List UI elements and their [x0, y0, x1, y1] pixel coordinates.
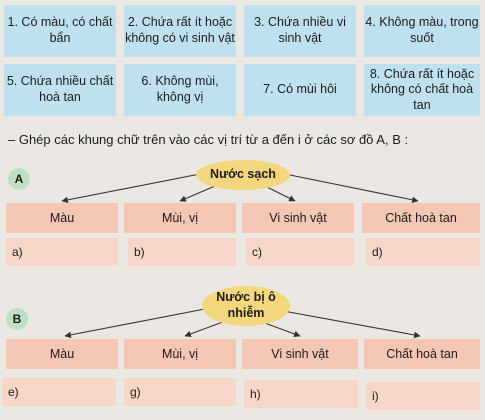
category-b-taste: Mùi, vị: [124, 339, 236, 369]
category-a-dissolved: Chất hoà tan: [362, 203, 480, 233]
center-clean-water: Nước sạch: [196, 160, 290, 190]
category-a-taste: Mùi, vị: [124, 203, 236, 233]
category-a-microbes: Vi sinh vật: [242, 203, 354, 233]
answer-i[interactable]: i): [366, 382, 480, 410]
answer-b[interactable]: b): [128, 238, 236, 266]
answer-h[interactable]: h): [244, 380, 358, 408]
answer-e[interactable]: e): [2, 378, 116, 406]
category-a-color: Màu: [6, 203, 118, 233]
category-b-dissolved: Chất hoà tan: [364, 339, 480, 369]
category-b-color: Màu: [6, 339, 118, 369]
center-polluted-water: Nước bị ô nhiễm: [202, 286, 290, 326]
answer-c[interactable]: c): [246, 238, 354, 266]
answer-g[interactable]: g): [124, 378, 236, 406]
answer-d[interactable]: d): [366, 238, 480, 266]
badge-b: B: [6, 308, 28, 330]
badge-a: A: [8, 168, 30, 190]
answer-a[interactable]: a): [6, 238, 118, 266]
category-b-microbes: Vi sinh vật: [242, 339, 358, 369]
